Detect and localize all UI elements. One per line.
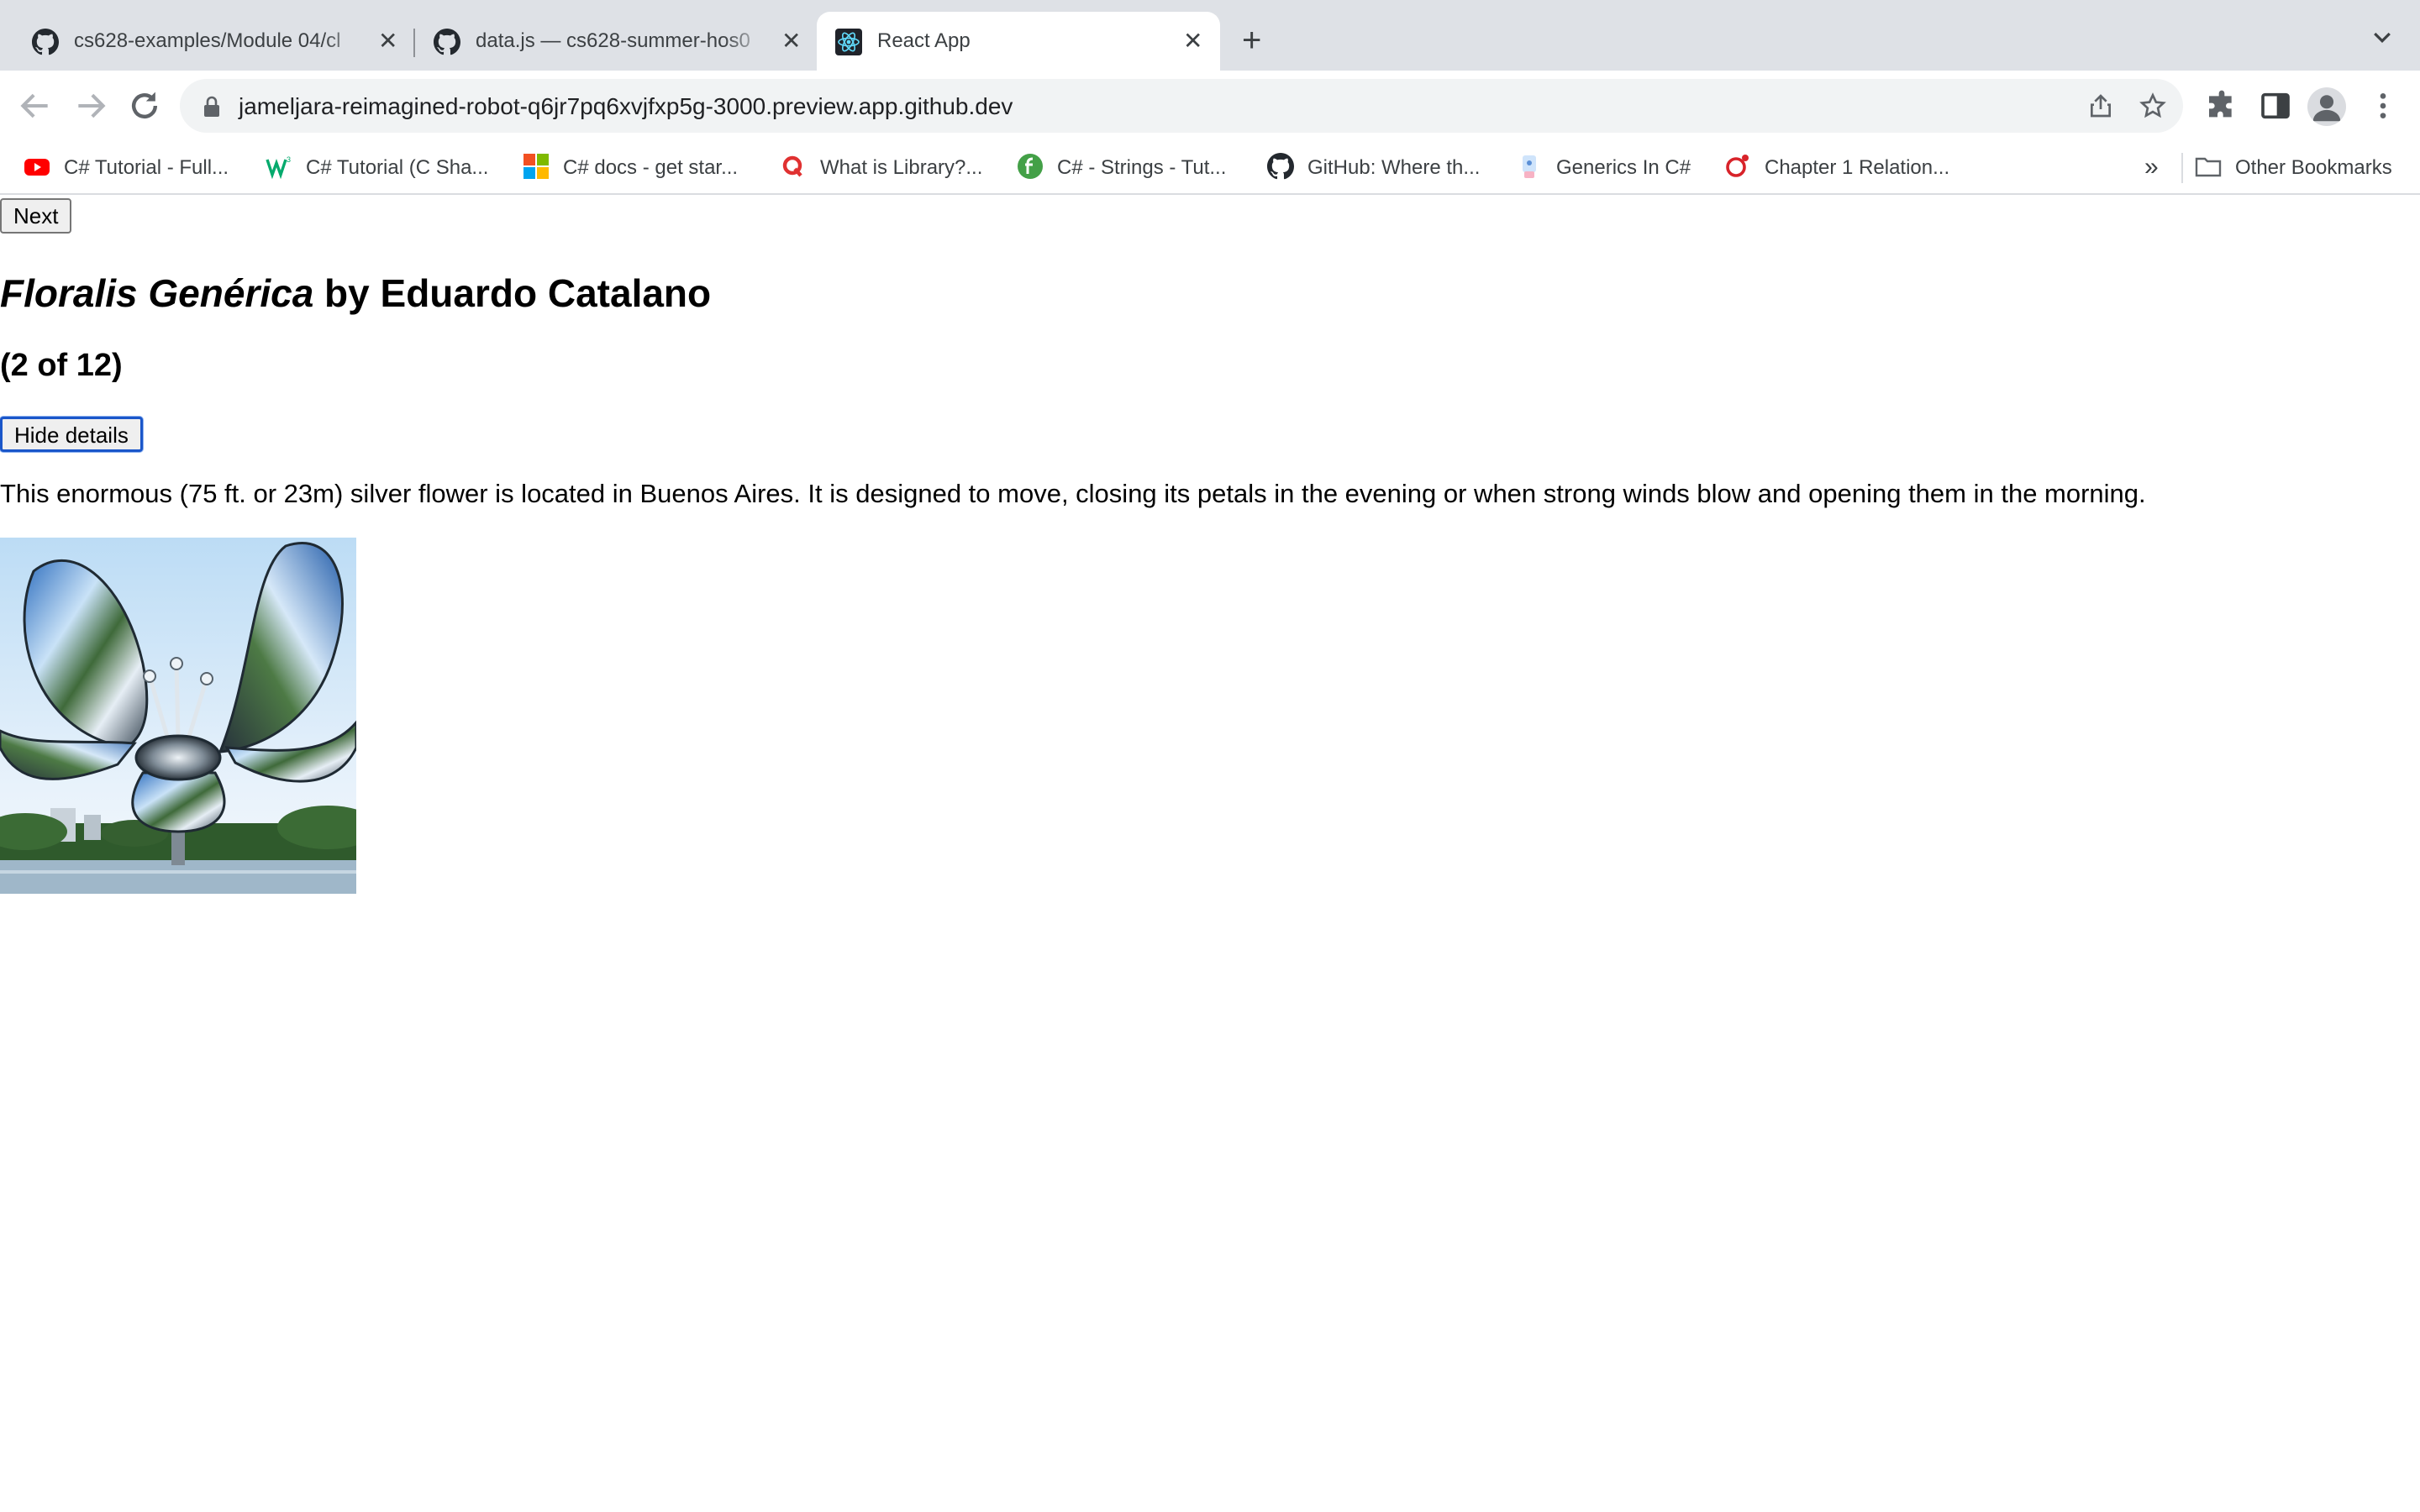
url-text[interactable]: jameljara-reimagined-robot-q6jr7pq6xvjfx… bbox=[239, 93, 1013, 120]
github-icon bbox=[434, 29, 460, 55]
extensions-puzzle-icon[interactable] bbox=[2205, 89, 2238, 123]
sculpture-description: This enormous (75 ft. or 23m) silver flo… bbox=[0, 479, 2146, 508]
page-content: Next Floralis Genérica by Eduardo Catala… bbox=[0, 195, 2420, 1512]
bookmark-label: What is Library?... bbox=[820, 156, 983, 179]
tab-title: data.js — cs628-summer-hos0 bbox=[476, 29, 750, 52]
close-icon[interactable]: ✕ bbox=[781, 29, 801, 53]
oracle-icon bbox=[1726, 155, 1749, 177]
lock-icon[interactable] bbox=[202, 96, 222, 118]
side-panel-icon[interactable] bbox=[2259, 89, 2292, 123]
quora-icon bbox=[782, 155, 802, 177]
tab-data-js[interactable]: data.js — cs628-summer-hos0 ✕ bbox=[415, 12, 815, 71]
close-icon[interactable]: ✕ bbox=[378, 29, 397, 53]
tab-strip: cs628-examples/Module 04/cl ✕ data.js — … bbox=[0, 0, 2420, 71]
back-arrow-icon[interactable] bbox=[17, 87, 54, 124]
new-tab-plus-icon[interactable]: + bbox=[1242, 24, 1261, 57]
close-icon[interactable]: ✕ bbox=[1183, 29, 1202, 53]
tutorialsteacher-icon bbox=[1018, 154, 1043, 179]
hide-details-button[interactable]: Hide details bbox=[0, 417, 143, 452]
sculpture-artist: by Eduardo Catalano bbox=[313, 271, 712, 315]
bookmark-label: GitHub: Where th... bbox=[1307, 156, 1481, 179]
sculpture-name: Floralis Genérica bbox=[0, 271, 314, 315]
bookmark-label: Chapter 1 Relation... bbox=[1765, 156, 1950, 179]
bookmark-label: C# docs - get star... bbox=[563, 156, 739, 179]
bookmarks-divider bbox=[2181, 153, 2183, 183]
github-icon bbox=[32, 29, 59, 55]
bookmark-label: C# Tutorial (C Sha... bbox=[306, 156, 489, 179]
youtube-icon bbox=[24, 159, 50, 176]
browser-toolbar: jameljara-reimagined-robot-q6jr7pq6xvjfx… bbox=[0, 71, 2420, 141]
reload-icon[interactable] bbox=[126, 87, 163, 124]
w3schools-icon: 3 bbox=[266, 155, 291, 180]
folder-icon bbox=[2195, 157, 2222, 177]
tab-title: React App bbox=[877, 29, 971, 52]
other-bookmarks-label: Other Bookmarks bbox=[2235, 156, 2392, 179]
svg-text:3: 3 bbox=[287, 155, 291, 164]
sculpture-title: Floralis Genérica by Eduardo Catalano bbox=[0, 270, 711, 316]
more-menu-icon[interactable] bbox=[2366, 89, 2400, 123]
github-icon bbox=[1267, 153, 1294, 180]
bookmark-label: C# Tutorial - Full... bbox=[64, 156, 229, 179]
share-icon[interactable] bbox=[2087, 92, 2114, 119]
bookmark-label: Generics In C# bbox=[1556, 156, 1691, 179]
chevron-down-icon[interactable] bbox=[2370, 25, 2395, 50]
bookmarks-bar: C# Tutorial - Full... 3 C# Tutorial (C S… bbox=[0, 141, 2420, 195]
sculpture-image bbox=[0, 538, 356, 894]
sculpture-counter: (2 of 12) bbox=[0, 348, 123, 383]
forward-arrow-icon[interactable] bbox=[72, 87, 109, 124]
tab-react-app[interactable]: React App ✕ bbox=[817, 12, 1220, 71]
tab-cs628-examples[interactable]: cs628-examples/Module 04/cl ✕ bbox=[0, 12, 415, 71]
bookmark-label: C# - Strings - Tut... bbox=[1057, 156, 1227, 179]
csharpcorner-icon bbox=[1523, 155, 1536, 178]
star-icon[interactable] bbox=[2139, 92, 2166, 119]
bookmarks-overflow-icon[interactable]: » bbox=[2144, 153, 2159, 181]
react-icon bbox=[835, 29, 862, 55]
address-bar[interactable]: jameljara-reimagined-robot-q6jr7pq6xvjfx… bbox=[180, 79, 2183, 133]
tab-title: cs628-examples/Module 04/cl bbox=[74, 29, 341, 52]
next-button[interactable]: Next bbox=[0, 198, 72, 234]
microsoft-icon bbox=[523, 154, 549, 179]
profile-avatar-icon[interactable] bbox=[2307, 87, 2346, 126]
